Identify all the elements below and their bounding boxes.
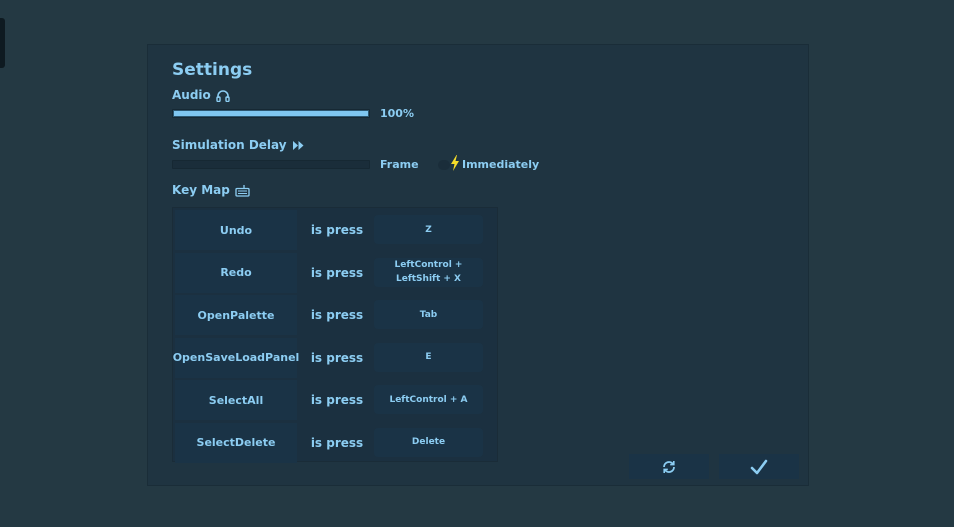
key-map-section-label: Key Map (172, 183, 250, 197)
page-title: Settings (172, 60, 253, 80)
audio-volume-fill (173, 110, 369, 117)
checkmark-icon (750, 459, 768, 475)
key-map-relation: is press (310, 350, 364, 365)
reset-button[interactable] (629, 454, 709, 479)
key-binding-button[interactable]: Z (374, 215, 483, 244)
key-map-action: Redo (175, 252, 297, 293)
fast-forward-icon (292, 140, 305, 151)
key-map-action: OpenSaveLoadPanel (173, 337, 299, 378)
side-handle (0, 18, 5, 68)
keyboard-icon (235, 184, 250, 197)
key-map-action: SelectDelete (175, 422, 297, 463)
key-binding-button[interactable]: LeftControl + LeftShift + X (374, 257, 483, 287)
key-binding-button[interactable]: LeftControl + A (374, 385, 483, 414)
key-map-relation: is press (310, 265, 364, 280)
key-map-row-selectall: SelectAll is press LeftControl + A (175, 380, 497, 421)
key-map-table: Undo is press Z Redo is press LeftContro… (172, 207, 498, 464)
audio-label: Audio (172, 88, 211, 102)
audio-volume-slider[interactable] (172, 109, 370, 118)
key-map-row-openpalette: OpenPalette is press Tab (175, 295, 497, 336)
key-map-relation: is press (310, 223, 364, 237)
key-binding-button[interactable]: Tab (374, 300, 483, 329)
lightning-icon (450, 155, 460, 175)
headphones-icon (216, 89, 230, 102)
key-map-action: SelectAll (175, 380, 297, 420)
simulation-delay-label: Simulation Delay (172, 138, 287, 152)
simulation-delay-section-label: Simulation Delay (172, 138, 305, 152)
key-map-relation: is press (310, 435, 364, 450)
key-map-action: OpenPalette (175, 295, 297, 335)
audio-section-label: Audio (172, 88, 230, 102)
key-map-relation: is press (310, 393, 364, 407)
immediately-label[interactable]: Immediately (462, 158, 539, 171)
simulation-delay-slider[interactable] (172, 160, 370, 169)
key-map-label: Key Map (172, 183, 230, 197)
key-map-relation: is press (310, 308, 364, 322)
confirm-button[interactable] (719, 454, 799, 479)
key-map-row-opensaveloadpanel: OpenSaveLoadPanel is press E (173, 337, 497, 379)
key-binding-button[interactable]: Delete (374, 427, 483, 457)
immediately-toggle[interactable] (438, 160, 450, 170)
key-binding-button[interactable]: E (374, 342, 483, 372)
refresh-icon (661, 459, 677, 475)
key-map-row-redo: Redo is press LeftControl + LeftShift + … (175, 252, 497, 294)
simulation-delay-value: Frame (380, 158, 419, 171)
key-map-row-undo: Undo is press Z (175, 210, 497, 251)
key-map-row-selectdelete: SelectDelete is press Delete (175, 422, 497, 464)
audio-volume-value: 100% (380, 107, 414, 120)
key-map-action: Undo (175, 210, 297, 250)
settings-panel: Settings Audio 100% Simulation Delay Fra… (147, 44, 809, 486)
